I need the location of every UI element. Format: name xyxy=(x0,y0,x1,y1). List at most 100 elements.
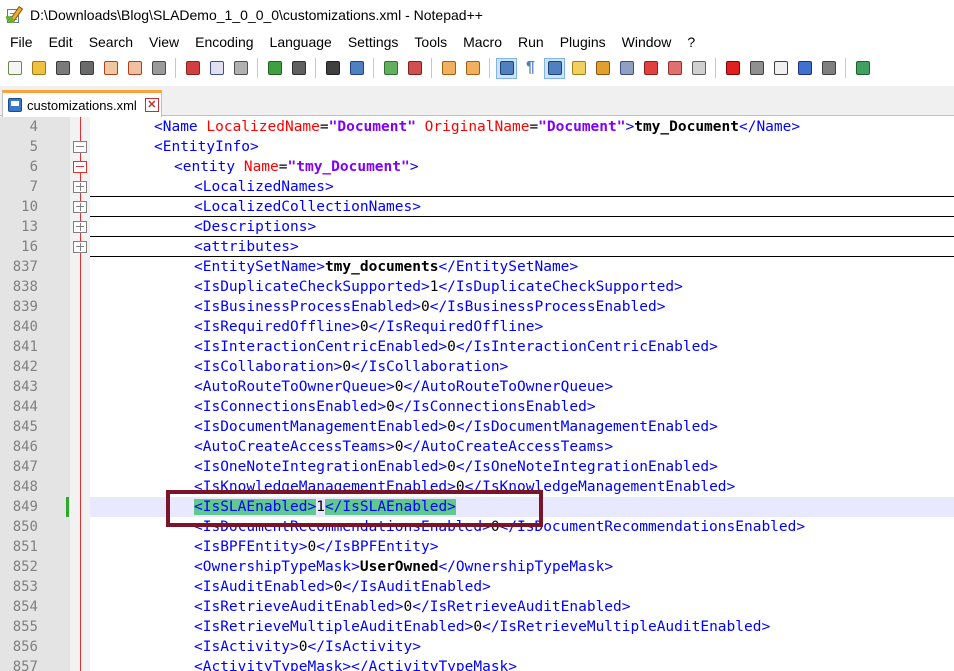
code-line[interactable]: 843 <AutoRouteToOwnerQueue>0</AutoRouteTo… xyxy=(0,377,954,397)
indent-guide-button[interactable] xyxy=(544,57,565,79)
cut-icon xyxy=(185,61,200,75)
code-text: <IsRetrieveAuditEnabled>0</IsRetrieveAud… xyxy=(194,599,631,615)
save-button[interactable] xyxy=(52,58,73,79)
save-macro-button[interactable] xyxy=(818,58,839,79)
record-macro-button[interactable] xyxy=(722,58,743,79)
undo-button[interactable] xyxy=(264,58,285,79)
fold-margin-line xyxy=(70,417,90,437)
close-button[interactable] xyxy=(100,58,121,79)
monitoring-button[interactable] xyxy=(688,58,709,79)
code-line[interactable]: 4 <Name LocalizedName="Document" Original… xyxy=(0,117,954,137)
sync-horizontal-icon xyxy=(465,61,480,75)
open-file-icon xyxy=(31,61,46,75)
cut-button[interactable] xyxy=(182,58,203,79)
menu-help[interactable]: ? xyxy=(679,30,703,54)
close-all-button[interactable] xyxy=(124,58,145,79)
menu-encoding[interactable]: Encoding xyxy=(187,30,261,54)
menu-window[interactable]: Window xyxy=(614,30,680,54)
code-line[interactable]: 845 <IsDocumentManagementEnabled>0</IsDoc… xyxy=(0,417,954,437)
menu-plugins[interactable]: Plugins xyxy=(552,30,614,54)
code-line[interactable]: 857 <ActivityTypeMask></ActivityTypeMask> xyxy=(0,657,954,671)
folder-as-workspace-button[interactable] xyxy=(664,58,685,79)
editor-area[interactable]: 4 <Name LocalizedName="Document" Original… xyxy=(0,117,954,671)
show-all-chars-button[interactable]: ¶ xyxy=(520,58,541,79)
code-line[interactable]: 16 <attributes> xyxy=(0,237,954,257)
sync-vertical-button[interactable] xyxy=(438,58,459,79)
code-line[interactable]: 10 <LocalizedCollectionNames> xyxy=(0,197,954,217)
user-defined-language-button[interactable] xyxy=(568,58,589,79)
code-line[interactable]: 856 <IsActivity>0</IsActivity> xyxy=(0,637,954,657)
code-line[interactable]: 847 <IsOneNoteIntegrationEnabled>0</IsOne… xyxy=(0,457,954,477)
new-file-button[interactable] xyxy=(4,58,25,79)
menu-macro[interactable]: Macro xyxy=(455,30,510,54)
copy-button[interactable] xyxy=(206,58,227,79)
code-line[interactable]: 854 <IsRetrieveAuditEnabled>0</IsRetrieve… xyxy=(0,597,954,617)
fold-margin-line xyxy=(70,377,90,397)
stop-macro-button[interactable] xyxy=(746,58,767,79)
document-list-button[interactable] xyxy=(616,58,637,79)
menu-tools[interactable]: Tools xyxy=(406,30,455,54)
map-button[interactable] xyxy=(592,58,613,79)
find-button[interactable] xyxy=(322,58,343,79)
menu-run[interactable]: Run xyxy=(510,30,552,54)
code-line[interactable]: 840 <IsRequiredOffline>0</IsRequiredOffli… xyxy=(0,317,954,337)
line-number: 855 xyxy=(0,617,70,637)
paste-button[interactable] xyxy=(230,58,251,79)
print-button[interactable] xyxy=(148,58,169,79)
line-number: 839 xyxy=(0,297,70,317)
line-number: 6 xyxy=(0,157,70,177)
code-line[interactable]: 842 <IsCollaboration>0</IsCollaboration> xyxy=(0,357,954,377)
fold-margin-line xyxy=(70,537,90,557)
tab-close-icon[interactable]: ✕ xyxy=(144,98,159,112)
menu-settings[interactable]: Settings xyxy=(340,30,407,54)
code-line[interactable]: 837 <EntitySetName>tmy_documents</EntityS… xyxy=(0,257,954,277)
run-macro-multiple-button[interactable] xyxy=(794,58,815,79)
menu-view[interactable]: View xyxy=(141,30,187,54)
code-line[interactable]: 844 <IsConnectionsEnabled>0</IsConnection… xyxy=(0,397,954,417)
sync-horizontal-button[interactable] xyxy=(462,58,483,79)
function-list-button[interactable] xyxy=(640,58,661,79)
fold-expand-icon[interactable] xyxy=(70,197,90,217)
code-line[interactable]: 855 <IsRetrieveMultipleAuditEnabled>0</Is… xyxy=(0,617,954,637)
code-text: <IsDocumentManagementEnabled>0</IsDocume… xyxy=(194,419,718,435)
code-line[interactable]: 7 <LocalizedNames> xyxy=(0,177,954,197)
change-marker xyxy=(66,497,69,517)
undo-icon xyxy=(267,61,282,75)
word-wrap-button[interactable] xyxy=(496,57,517,79)
menu-edit[interactable]: Edit xyxy=(41,30,81,54)
fold-collapse-icon[interactable] xyxy=(70,157,90,177)
replace-button[interactable] xyxy=(346,58,367,79)
code-line[interactable]: 6 <entity Name="tmy_Document"> xyxy=(0,157,954,177)
code-line[interactable]: 838 <IsDuplicateCheckSupported>1</IsDupli… xyxy=(0,277,954,297)
menu-search[interactable]: Search xyxy=(81,30,141,54)
menu-language[interactable]: Language xyxy=(262,30,340,54)
line-number: 853 xyxy=(0,577,70,597)
zoom-out-button[interactable] xyxy=(404,58,425,79)
close-all-icon xyxy=(127,61,142,75)
fold-expand-icon[interactable] xyxy=(70,177,90,197)
fold-expand-icon[interactable] xyxy=(70,217,90,237)
code-line[interactable]: 851 <IsBPFEntity>0</IsBPFEntity> xyxy=(0,537,954,557)
code-line[interactable]: 841 <IsInteractionCentricEnabled>0</IsInt… xyxy=(0,337,954,357)
code-line[interactable]: 13 <Descriptions> xyxy=(0,217,954,237)
code-line[interactable]: 5 <EntityInfo> xyxy=(0,137,954,157)
save-all-button[interactable] xyxy=(76,58,97,79)
paste-icon xyxy=(233,61,248,75)
code-text: <IsOneNoteIntegrationEnabled>0</IsOneNot… xyxy=(194,459,718,475)
zoom-in-button[interactable] xyxy=(380,58,401,79)
code-text: <LocalizedNames> xyxy=(194,179,334,195)
redo-button[interactable] xyxy=(288,58,309,79)
code-line[interactable]: 846 <AutoCreateAccessTeams>0</AutoCreateA… xyxy=(0,437,954,457)
line-number: 13 xyxy=(0,217,70,237)
menu-file[interactable]: File xyxy=(2,30,41,54)
fold-expand-icon[interactable] xyxy=(70,237,90,257)
tab-customizations-xml[interactable]: customizations.xml ✕ xyxy=(2,90,162,117)
open-file-button[interactable] xyxy=(28,58,49,79)
code-line[interactable]: 839 <IsBusinessProcessEnabled>0</IsBusine… xyxy=(0,297,954,317)
play-macro-button[interactable] xyxy=(770,58,791,79)
fold-collapse-icon[interactable] xyxy=(70,137,90,157)
line-number: 854 xyxy=(0,597,70,617)
code-line[interactable]: 853 <IsAuditEnabled>0</IsAuditEnabled> xyxy=(0,577,954,597)
code-line[interactable]: 852 <OwnershipTypeMask>UserOwned</Ownersh… xyxy=(0,557,954,577)
plugin-button[interactable] xyxy=(852,58,873,79)
